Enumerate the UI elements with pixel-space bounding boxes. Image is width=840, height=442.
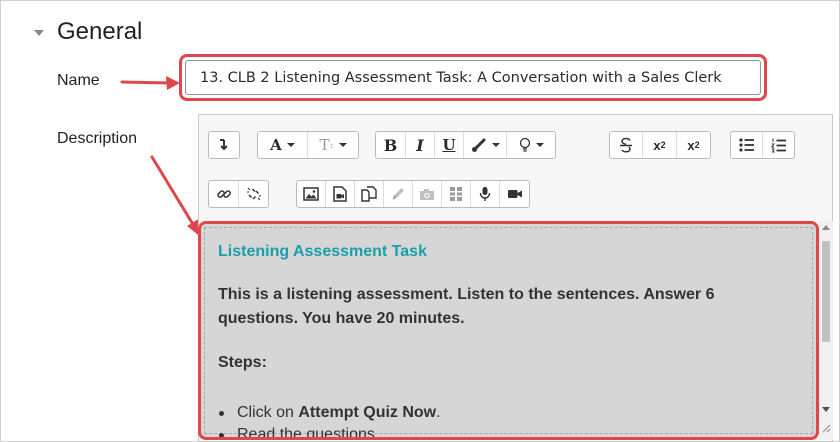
chevron-down-icon[interactable] [34,30,44,36]
font-color-button[interactable]: A [258,132,308,158]
link-icon [216,190,231,198]
name-input[interactable] [185,60,761,95]
bullet-list-icon [738,138,754,152]
insert-image-button[interactable] [297,181,326,207]
numbered-list-icon [770,138,786,152]
record-audio-button[interactable] [471,181,500,207]
description-label: Description [57,130,138,147]
link-button[interactable] [209,181,239,207]
strikethrough-button[interactable] [610,132,643,158]
caret-icon [535,143,544,147]
superscript-button[interactable]: x2 [677,132,710,158]
underline-button[interactable]: U [435,132,464,158]
camera-icon [420,188,434,200]
bold-button[interactable]: B [376,132,406,158]
pencil-icon [392,188,404,200]
caret-icon [286,143,295,147]
font-size-button[interactable]: T ↕ [308,132,358,158]
caret-icon [338,143,347,147]
list-item: Read the questions [219,426,375,437]
video-icon [507,190,522,198]
qr-icon [450,187,462,201]
unlink-icon [246,187,261,201]
content-intro: This is a listening assessment. Listen t… [218,286,715,327]
insert-media-button[interactable] [326,181,355,207]
list-item: Click on Attempt Quiz Now. [219,404,441,421]
brush-icon [471,138,485,152]
manage-files-icon [361,186,377,202]
name-label: Name [57,72,100,89]
lightbulb-icon [519,137,530,152]
section-title: General [57,18,143,45]
manage-files-button[interactable] [355,181,384,207]
toolbar-group-links [208,180,269,208]
toolbar-group-font: A T ↕ [257,131,359,159]
toolbar-group-lists [730,131,795,159]
strikethrough-icon [620,137,632,153]
content-steps-label: Steps: [218,354,267,371]
section-header[interactable]: General [34,18,142,46]
name-highlight [179,54,767,101]
scroll-up-icon[interactable] [822,225,830,230]
hint-button[interactable] [507,132,555,158]
toolbar-group-collapse [208,131,240,159]
record-video-button[interactable] [500,181,529,207]
arrow-right-icon [120,76,180,90]
scroll-thumb[interactable] [822,241,830,342]
numbered-list-button[interactable] [763,132,794,158]
scroll-down-icon[interactable] [822,407,830,412]
media-icon [333,186,347,202]
background-color-button[interactable] [464,132,507,158]
microphone-icon [479,187,491,201]
content-heading: Listening Assessment Task [218,243,427,260]
camera-button[interactable] [413,181,442,207]
toolbar-group-style: B I U [375,131,556,159]
unlink-button[interactable] [239,181,268,207]
bullet-list-button[interactable] [731,132,763,158]
toolbar-group-script: x2 x2 [609,131,711,159]
subscript-button[interactable]: x2 [643,132,677,158]
edit-button[interactable] [384,181,413,207]
image-icon [303,187,319,201]
arrow-down-icon [220,139,228,151]
description-content[interactable]: Listening Assessment Task This is a list… [204,227,813,437]
italic-button[interactable]: I [406,132,435,158]
collapse-toolbar-button[interactable] [209,132,239,158]
description-highlight: Listening Assessment Task This is a list… [198,221,819,440]
resize-grip-icon[interactable] [822,424,831,433]
toolbar-group-media [296,180,530,208]
caret-icon [491,143,500,147]
content-scrollbar[interactable] [819,221,833,440]
qr-code-button[interactable] [442,181,471,207]
